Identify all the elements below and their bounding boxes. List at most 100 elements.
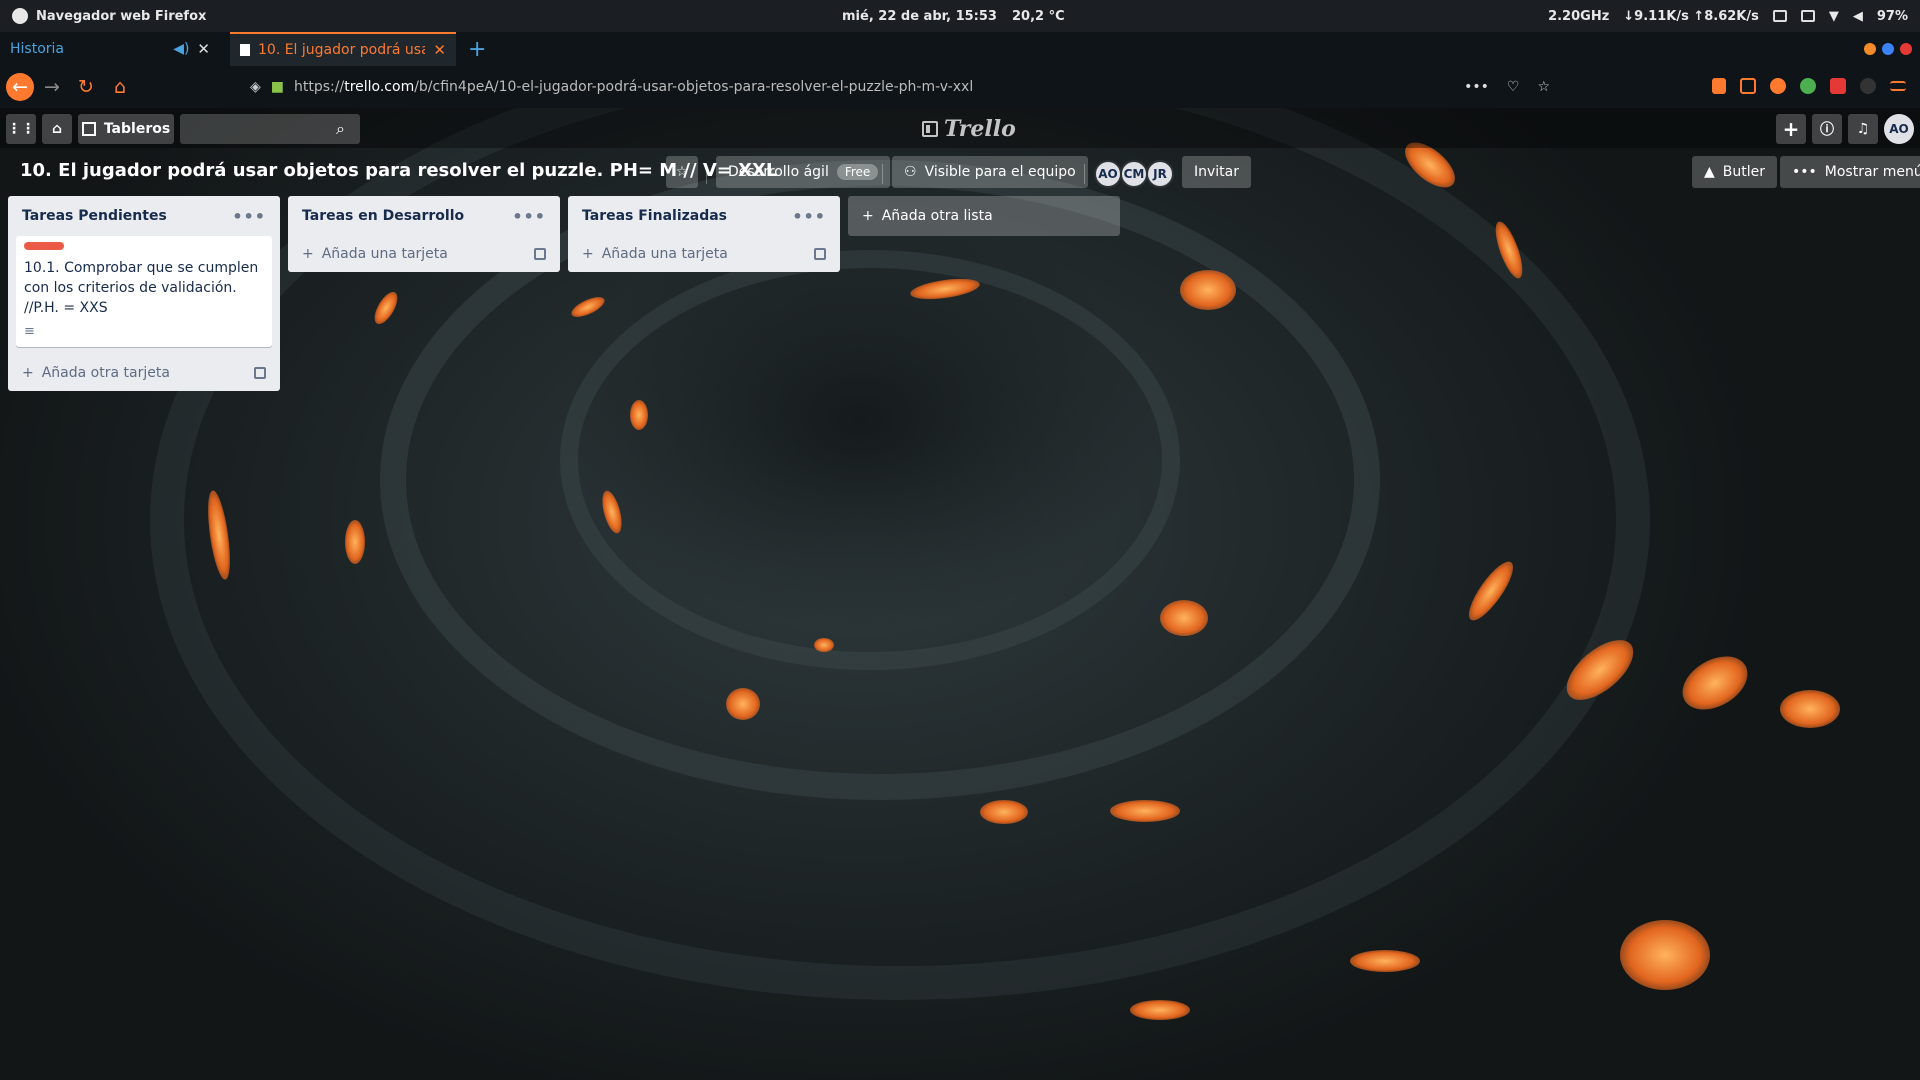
sidebar-icon[interactable] bbox=[1740, 78, 1756, 94]
home-button[interactable]: ⌂ bbox=[104, 71, 136, 103]
list-menu-icon[interactable]: ••• bbox=[512, 207, 546, 226]
divider bbox=[882, 164, 883, 184]
description-icon: ≡ bbox=[24, 324, 35, 339]
pocket-icon[interactable]: ♡ bbox=[1507, 79, 1520, 95]
create-button[interactable]: + bbox=[1776, 114, 1806, 144]
bg-ember bbox=[630, 400, 648, 430]
window-controls bbox=[1864, 43, 1912, 55]
show-menu-button[interactable]: ••• Mostrar menú bbox=[1780, 156, 1920, 188]
shield-icon[interactable]: ◈ bbox=[250, 79, 261, 95]
bg-ember bbox=[345, 520, 365, 564]
battery-level[interactable]: 97% bbox=[1877, 9, 1908, 24]
keyboard-icon[interactable] bbox=[1772, 10, 1787, 22]
member-avatar[interactable]: CM bbox=[1120, 160, 1148, 188]
notifications-bell-icon[interactable]: ♫ bbox=[1848, 114, 1878, 144]
bg-ember bbox=[1620, 920, 1710, 990]
add-list-label: Añada otra lista bbox=[881, 208, 993, 224]
card-template-icon[interactable] bbox=[534, 248, 546, 260]
maximize-button[interactable] bbox=[1882, 43, 1894, 55]
back-button[interactable]: ← bbox=[6, 73, 34, 101]
forward-button[interactable]: → bbox=[36, 71, 68, 103]
show-menu-label: Mostrar menú bbox=[1824, 164, 1920, 180]
extension-dark-icon[interactable] bbox=[1860, 78, 1876, 94]
bookmark-star-icon[interactable]: ☆ bbox=[1537, 79, 1550, 95]
user-avatar[interactable]: AO bbox=[1884, 114, 1914, 144]
url-tools: ••• ♡ ☆ bbox=[1464, 79, 1550, 95]
wifi-icon[interactable]: ▼ bbox=[1829, 9, 1839, 24]
home-icon[interactable]: ⌂ bbox=[42, 114, 72, 144]
add-card-label: Añada otra tarjeta bbox=[41, 365, 170, 381]
bg-ember bbox=[1130, 1000, 1190, 1020]
apps-grid-icon[interactable]: ⋮⋮ bbox=[6, 114, 36, 144]
reload-button[interactable]: ↻ bbox=[70, 71, 102, 103]
trello-logo[interactable]: Trello bbox=[922, 116, 1016, 142]
butler-label: Butler bbox=[1722, 164, 1766, 180]
visibility-button[interactable]: ⚇ Visible para el equipo bbox=[892, 156, 1088, 188]
list-menu-icon[interactable]: ••• bbox=[232, 207, 266, 226]
list-header[interactable]: Tareas en Desarrollo ••• bbox=[288, 196, 560, 236]
board-header: 10. El jugador podrá usar objetos para r… bbox=[0, 152, 1920, 192]
close-tab-icon[interactable]: ✕ bbox=[433, 41, 446, 59]
bg-ember bbox=[1780, 690, 1840, 728]
search-icon[interactable]: ⌕ bbox=[336, 119, 345, 139]
minimize-button[interactable] bbox=[1864, 43, 1876, 55]
card-template-icon[interactable] bbox=[814, 248, 826, 260]
volume-icon[interactable]: ◀ bbox=[1853, 9, 1863, 24]
add-card-button[interactable]: + Añada otra tarjeta bbox=[8, 355, 280, 391]
search-input[interactable] bbox=[180, 114, 360, 144]
tab-trello-board[interactable]: 10. El jugador podrá usar ✕ bbox=[230, 32, 456, 66]
info-icon[interactable]: ⓘ bbox=[1812, 114, 1842, 144]
add-card-button[interactable]: + Añada una tarjeta bbox=[288, 236, 560, 272]
extension-green-icon[interactable] bbox=[1800, 78, 1816, 94]
board-title[interactable]: 10. El jugador podrá usar objetos para r… bbox=[20, 160, 777, 181]
weather[interactable]: 20,2 °C bbox=[1012, 9, 1065, 24]
url-bar[interactable]: ◈ ■ https:// trello.com /b/cfin4peA/10-e… bbox=[250, 73, 1550, 101]
new-tab-button[interactable]: + bbox=[456, 32, 498, 66]
bg-ember bbox=[1350, 950, 1420, 972]
list-menu-icon[interactable]: ••• bbox=[792, 207, 826, 226]
card-template-icon[interactable] bbox=[254, 367, 266, 379]
hamburger-menu-icon[interactable] bbox=[1890, 81, 1906, 91]
list-title[interactable]: Tareas Finalizadas bbox=[582, 208, 727, 224]
card[interactable]: 10.1. Comprobar que se cumplen con los c… bbox=[16, 236, 272, 347]
member-avatar[interactable]: JR bbox=[1146, 160, 1174, 188]
invite-label: Invitar bbox=[1194, 164, 1240, 180]
list-tareas-en-desarrollo: Tareas en Desarrollo ••• + Añada una tar… bbox=[288, 196, 560, 272]
boards-label: Tableros bbox=[103, 121, 171, 137]
card-label[interactable] bbox=[24, 242, 64, 250]
more-dots-icon: ••• bbox=[1792, 164, 1817, 180]
bg-ember bbox=[726, 688, 760, 720]
team-label: Desarrollo ágil bbox=[728, 164, 829, 180]
boards-button[interactable]: Tableros bbox=[78, 114, 174, 144]
member-avatar[interactable]: AO bbox=[1094, 160, 1122, 188]
tab-historia[interactable]: Historia ◀) ✕ bbox=[0, 32, 220, 66]
list-header[interactable]: Tareas Finalizadas ••• bbox=[568, 196, 840, 236]
bg-ember bbox=[1160, 600, 1208, 636]
invite-button[interactable]: Invitar bbox=[1182, 156, 1252, 188]
close-window-button[interactable] bbox=[1900, 43, 1912, 55]
page-actions-icon[interactable]: ••• bbox=[1464, 79, 1489, 95]
star-board-button[interactable]: ☆ bbox=[666, 156, 698, 188]
team-button[interactable]: Desarrollo ágil Free bbox=[716, 156, 891, 188]
app-menu[interactable]: Navegador web Firefox bbox=[0, 8, 206, 24]
boards-icon bbox=[81, 122, 96, 136]
add-card-button[interactable]: + Añada una tarjeta bbox=[568, 236, 840, 272]
butler-button[interactable]: ▲ Butler bbox=[1692, 156, 1778, 188]
card-title: 10.1. Comprobar que se cumplen con los c… bbox=[24, 260, 259, 316]
bg-ember bbox=[980, 800, 1028, 824]
system-tray: 2.20GHz ↓9.11K/s ↑8.62K/s ▼ ◀ 97% bbox=[1548, 9, 1908, 24]
team-visibility-icon: ⚇ bbox=[904, 164, 917, 180]
clock[interactable]: mié, 22 de abr, 15:53 bbox=[842, 9, 997, 24]
extensions-bar bbox=[1712, 78, 1906, 94]
display-icon[interactable] bbox=[1800, 10, 1815, 22]
list-title[interactable]: Tareas en Desarrollo bbox=[302, 208, 464, 224]
adblock-icon[interactable] bbox=[1830, 78, 1846, 94]
close-tab-icon[interactable]: ✕ bbox=[197, 40, 210, 58]
speaker-icon[interactable]: ◀) bbox=[173, 41, 189, 57]
lock-icon[interactable]: ■ bbox=[271, 79, 284, 95]
account-icon[interactable] bbox=[1770, 78, 1786, 94]
add-list-button[interactable]: + Añada otra lista bbox=[848, 196, 1120, 236]
list-title[interactable]: Tareas Pendientes bbox=[22, 208, 167, 224]
library-icon[interactable] bbox=[1712, 78, 1726, 94]
list-header[interactable]: Tareas Pendientes ••• bbox=[8, 196, 280, 236]
